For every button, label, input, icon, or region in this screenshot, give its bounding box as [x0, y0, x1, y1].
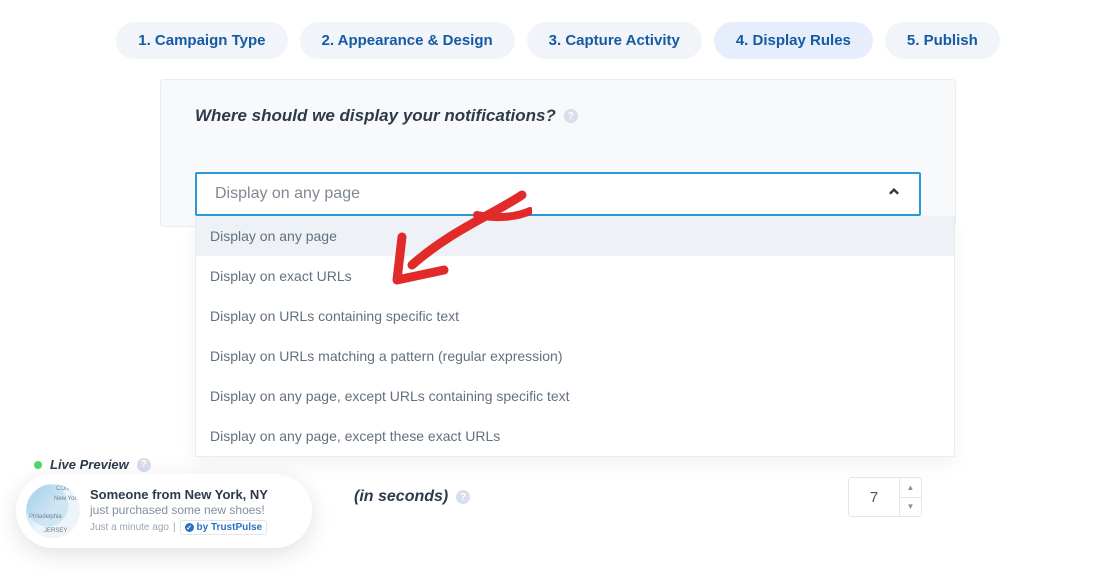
map-city-label: JERSEY — [44, 528, 67, 534]
display-settings-card: Where should we display your notificatio… — [160, 79, 956, 227]
step-display-rules[interactable]: 4. Display Rules — [714, 22, 873, 59]
option-any-page[interactable]: Display on any page — [196, 216, 954, 256]
stepper-down-icon[interactable]: ▼ — [900, 498, 921, 517]
live-dot-icon — [34, 461, 42, 469]
display-section-title-text: Where should we display your notificatio… — [195, 106, 556, 126]
delay-label-text: (in seconds) — [354, 488, 448, 506]
chevron-up-icon — [887, 185, 901, 204]
question-icon[interactable]: ? — [564, 109, 578, 123]
toast-title: Someone from New York, NY — [90, 487, 268, 502]
map-city-label: New York — [54, 496, 79, 502]
checkmark-icon: ✓ — [185, 523, 194, 532]
delay-seconds-input[interactable] — [849, 478, 899, 516]
step-campaign-type[interactable]: 1. Campaign Type — [116, 22, 287, 59]
map-thumbnail-icon: Philadelphia New York CONNEC JERSEY — [26, 484, 80, 538]
live-preview-text: Live Preview — [50, 457, 129, 472]
badge-text: by TrustPulse — [197, 522, 263, 533]
option-urls-containing[interactable]: Display on URLs containing specific text — [196, 296, 954, 336]
question-icon[interactable]: ? — [137, 458, 151, 472]
delay-seconds-stepper[interactable]: ▲ ▼ — [848, 477, 922, 517]
wizard-steps: 1. Campaign Type 2. Appearance & Design … — [0, 0, 1116, 79]
toast-subtitle: just purchased some new shoes! — [90, 503, 268, 517]
display-on-select[interactable]: Display on any page — [195, 172, 921, 216]
question-icon[interactable]: ? — [456, 490, 470, 504]
step-capture-activity[interactable]: 3. Capture Activity — [527, 22, 702, 59]
step-publish[interactable]: 5. Publish — [885, 22, 1000, 59]
toast-body: Someone from New York, NY just purchased… — [90, 487, 268, 535]
select-value-text: Display on any page — [215, 185, 360, 203]
option-urls-pattern[interactable]: Display on URLs matching a pattern (regu… — [196, 336, 954, 376]
trustpulse-badge[interactable]: ✓ by TrustPulse — [180, 520, 268, 535]
live-preview-label: Live Preview ? — [34, 457, 151, 472]
option-exact-urls[interactable]: Display on exact URLs — [196, 256, 954, 296]
toast-time: Just a minute ago — [90, 522, 169, 533]
stepper-up-icon[interactable]: ▲ — [900, 478, 921, 498]
step-appearance-design[interactable]: 2. Appearance & Design — [300, 22, 515, 59]
option-except-containing[interactable]: Display on any page, except URLs contain… — [196, 376, 954, 416]
delay-label: (in seconds) ? — [354, 488, 470, 506]
display-section-title: Where should we display your notificatio… — [195, 106, 921, 126]
map-city-label: Philadelphia — [29, 514, 62, 520]
notification-toast: Philadelphia New York CONNEC JERSEY Some… — [16, 474, 312, 548]
option-except-exact[interactable]: Display on any page, except these exact … — [196, 416, 954, 456]
map-city-label: CONNEC — [56, 486, 80, 492]
display-on-dropdown: Display on any page Display on exact URL… — [195, 216, 955, 457]
